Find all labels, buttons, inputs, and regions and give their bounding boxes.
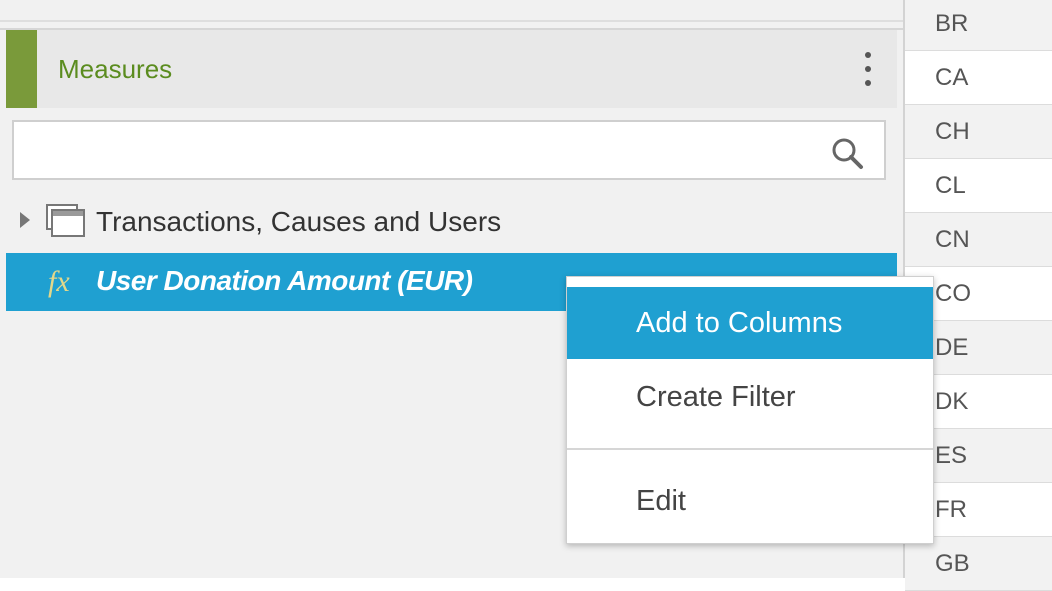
tree-item-label: Transactions, Causes and Users (96, 206, 502, 237)
measure-label: User Donation Amount (EUR) (96, 265, 473, 296)
more-options-icon[interactable] (861, 52, 875, 88)
country-cell: BR (905, 0, 1052, 51)
country-cell: CL (905, 159, 1052, 213)
measures-search-box[interactable] (12, 120, 886, 180)
edit-menu-item[interactable]: Edit (567, 465, 933, 537)
country-cell: CH (905, 105, 1052, 159)
menu-divider (567, 448, 933, 450)
measures-search-input[interactable] (22, 130, 806, 172)
context-menu: Add to Columns Create Filter Edit (566, 276, 934, 544)
formula-fx-icon: fx (48, 265, 70, 298)
measures-title: Measures (58, 54, 173, 84)
create-filter-menu-item[interactable]: Create Filter (567, 361, 933, 433)
folder-stack-icon (46, 204, 85, 237)
add-to-columns-menu-item[interactable]: Add to Columns (567, 287, 933, 359)
country-cell: CN (905, 213, 1052, 267)
expand-arrow-icon[interactable] (20, 212, 30, 228)
tree-item-transactions[interactable]: Transactions, Causes and Users (6, 192, 897, 250)
search-icon[interactable] (830, 136, 864, 170)
measures-header[interactable]: Measures (6, 30, 897, 108)
panel-top-border (0, 0, 903, 30)
measures-accent-bar (6, 30, 37, 108)
country-cell: CA (905, 51, 1052, 105)
country-cell: GB (905, 537, 1052, 591)
